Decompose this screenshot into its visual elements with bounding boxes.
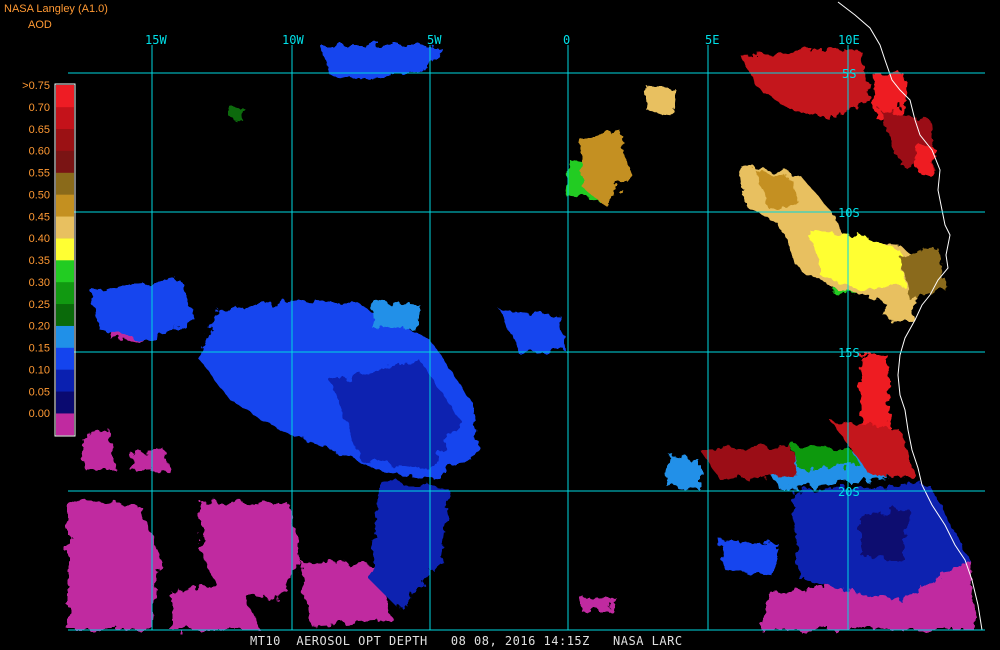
footer-caption: MT10 AEROSOL OPT DEPTH 08 08, 2016 14:15…	[250, 634, 683, 648]
colorbar-tick-label: 0.45	[29, 211, 50, 223]
colorbar-tick-label: >0.75	[22, 80, 50, 92]
colorbar-tick-label: 0.70	[29, 102, 50, 114]
colorbar-swatch	[56, 216, 74, 239]
lon-label-5w: 5W	[427, 33, 442, 47]
colorbar-swatch	[56, 194, 74, 217]
colorbar-swatch	[56, 347, 74, 370]
colorbar-tick-label: 0.40	[29, 233, 50, 245]
aerosol-field	[68, 45, 975, 630]
colorbar-swatch	[56, 281, 74, 305]
colorbar-swatch	[56, 128, 74, 151]
colorbar-swatch	[56, 150, 74, 173]
colorbar-tick-label: 0.10	[29, 364, 50, 376]
colorbar-tick-label: 0.55	[29, 168, 50, 180]
colorbar-swatch	[56, 325, 74, 348]
lon-label-10e: 10E	[838, 33, 860, 47]
colorbar-swatch	[56, 391, 74, 414]
colorbar-tick-label: 0.15	[29, 343, 50, 355]
lat-label-15s: 15S	[838, 346, 860, 360]
colorbar-swatch	[56, 85, 74, 108]
colorbar-swatch	[56, 106, 74, 130]
lat-label-10s: 10S	[838, 206, 860, 220]
colorbar-swatch	[56, 413, 74, 436]
lat-label-20s: 20S	[838, 485, 860, 499]
colorbar-tick-label: 0.30	[29, 277, 50, 289]
lon-label-15w: 15W	[145, 33, 167, 47]
lat-label-5s: 5S	[842, 67, 856, 81]
colorbar-swatch	[56, 369, 74, 392]
colorbar-swatch	[56, 172, 74, 195]
aod-map: 15W 10W 5W 0 5E 10E 5S 10S 15S 20S >0.75…	[22, 1, 985, 631]
lon-label-0: 0	[563, 33, 570, 47]
colorbar-swatch	[56, 303, 74, 326]
colorbar: >0.75 0.70 0.65 0.60 0.55 0.50 0.45 0.40 0.35 0.3…	[22, 80, 76, 437]
colorbar-tick-label: 0.35	[29, 255, 50, 267]
colorbar-tick-label: 0.00	[29, 408, 50, 420]
colorbar-swatch	[56, 260, 74, 283]
colorbar-tick-label: 0.65	[29, 124, 50, 136]
colorbar-tick-label: 0.50	[29, 189, 50, 201]
lon-label-10w: 10W	[282, 33, 304, 47]
colorbar-tick-label: 0.60	[29, 146, 50, 158]
colorbar-tick-label: 0.25	[29, 299, 50, 311]
lon-label-5e: 5E	[705, 33, 719, 47]
colorbar-tick-label: 0.20	[29, 321, 50, 333]
colorbar-tick-label: 0.05	[29, 386, 50, 398]
colorbar-swatch	[56, 238, 74, 261]
